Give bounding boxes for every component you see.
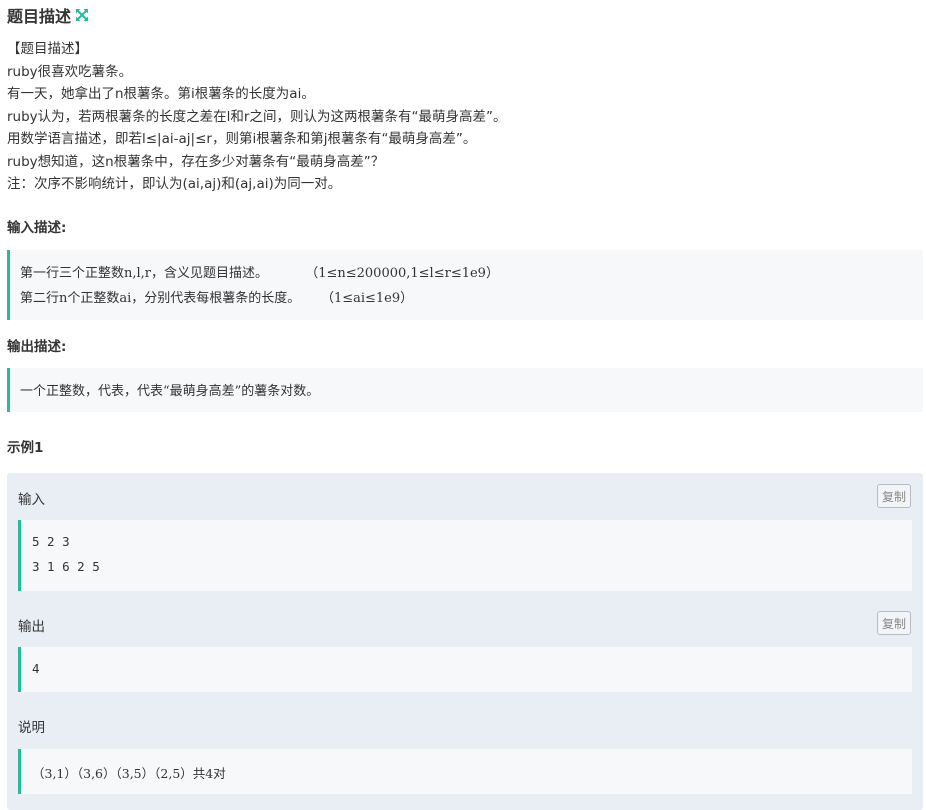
example-explain-label: 说明 bbox=[18, 720, 45, 736]
description-line: 有一天，她拿出了n根薯条。第i根薯条的长度为ai。 bbox=[7, 86, 315, 102]
output-description-box: 一个正整数，代表，代表“最萌身高差”的薯条对数。 bbox=[7, 368, 923, 412]
example-input-label: 输入 bbox=[18, 492, 45, 508]
copy-output-button[interactable]: 复制 bbox=[877, 611, 911, 635]
problem-description: 【题目描述】 ruby很喜欢吃薯条。 有一天，她拿出了n根薯条。第i根薯条的长度… bbox=[7, 38, 917, 196]
example-panel: 输入 复制 5 2 3 3 1 6 2 5 输出 复制 4 说明 （3,1）（3… bbox=[7, 473, 923, 810]
output-description-line: 一个正整数，代表，代表“最萌身高差”的薯条对数。 bbox=[20, 384, 320, 399]
input-description-line: 第一行三个正整数n,l,r，含义见题目描述。 （1≤n≤200000,1≤l≤r… bbox=[20, 266, 499, 281]
example-output-box[interactable]: 4 bbox=[18, 647, 912, 692]
input-description-title: 输入描述: bbox=[7, 220, 67, 236]
example-output-label: 输出 bbox=[18, 619, 45, 635]
output-description-title: 输出描述: bbox=[7, 339, 67, 355]
example-explain-line: （3,1）（3,6）（3,5）（2,5）共4对 bbox=[32, 766, 226, 781]
description-line: 【题目描述】 bbox=[7, 41, 88, 57]
example-input-line: 3 1 6 2 5 bbox=[32, 559, 100, 574]
description-line: 用数学语言描述，即若l≤|ai-aj|≤r，则第i根薯条和第j根薯条有“最萌身高… bbox=[7, 131, 477, 147]
example-title: 示例1 bbox=[7, 440, 44, 456]
example-output-line: 4 bbox=[32, 661, 40, 676]
description-line: ruby很喜欢吃薯条。 bbox=[7, 63, 133, 80]
example-input-box[interactable]: 5 2 3 3 1 6 2 5 bbox=[18, 520, 912, 591]
description-line: 注：次序不影响统计，即认为(ai,aj)和(aj,ai)为同一对。 bbox=[7, 176, 342, 192]
description-line: ruby认为，若两根薯条的长度之差在l和r之间，则认为这两根薯条有“最萌身高差”… bbox=[7, 108, 507, 125]
description-line: ruby想知道，这n根薯条中，存在多少对薯条有“最萌身高差”？ bbox=[7, 153, 385, 170]
example-input-line: 5 2 3 bbox=[32, 534, 70, 549]
expand-icon[interactable] bbox=[75, 8, 89, 22]
copy-input-button[interactable]: 复制 bbox=[877, 484, 911, 508]
example-explain-box: （3,1）（3,6）（3,5）（2,5）共4对 bbox=[18, 749, 912, 794]
input-description-line: 第二行n个正整数ai，分别代表每根薯条的长度。 （1≤ai≤1e9） bbox=[20, 291, 414, 306]
input-description-box: 第一行三个正整数n,l,r，含义见题目描述。 （1≤n≤200000,1≤l≤r… bbox=[7, 250, 923, 320]
page-title: 题目描述 bbox=[7, 7, 72, 26]
problem-header: 题目描述 bbox=[7, 4, 89, 26]
